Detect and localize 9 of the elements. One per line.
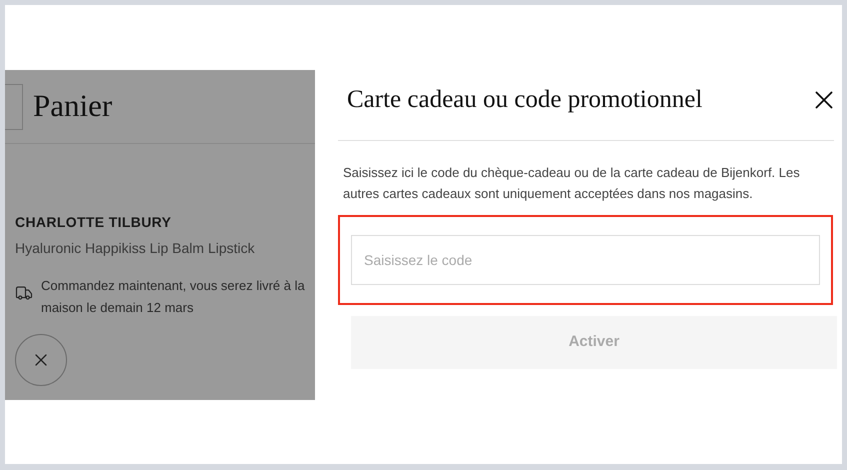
cart-title: Panier — [33, 87, 112, 126]
dialog-description: Saisissez ici le code du chèque-cadeau ou de la carte cadeau de Bijenkorf. Les autres cartes cadeaux sont uniquement acceptées dans nos magasins. — [342, 164, 801, 203]
code-field[interactable]: Saisissez le code — [351, 235, 820, 285]
truck-icon — [15, 284, 33, 302]
dialog-title: Carte cadeau ou code promotionnel — [347, 85, 702, 116]
remove-button[interactable] — [15, 334, 67, 386]
brand-name: CHARLOTTE TILBURY — [15, 213, 172, 232]
product-name: Hyaluronic Happikiss Lip Balm Lipstick — [15, 239, 256, 258]
delivery-note: Commandez maintenant, vous serez livré à la maison le demain 12 mars — [41, 277, 305, 317]
